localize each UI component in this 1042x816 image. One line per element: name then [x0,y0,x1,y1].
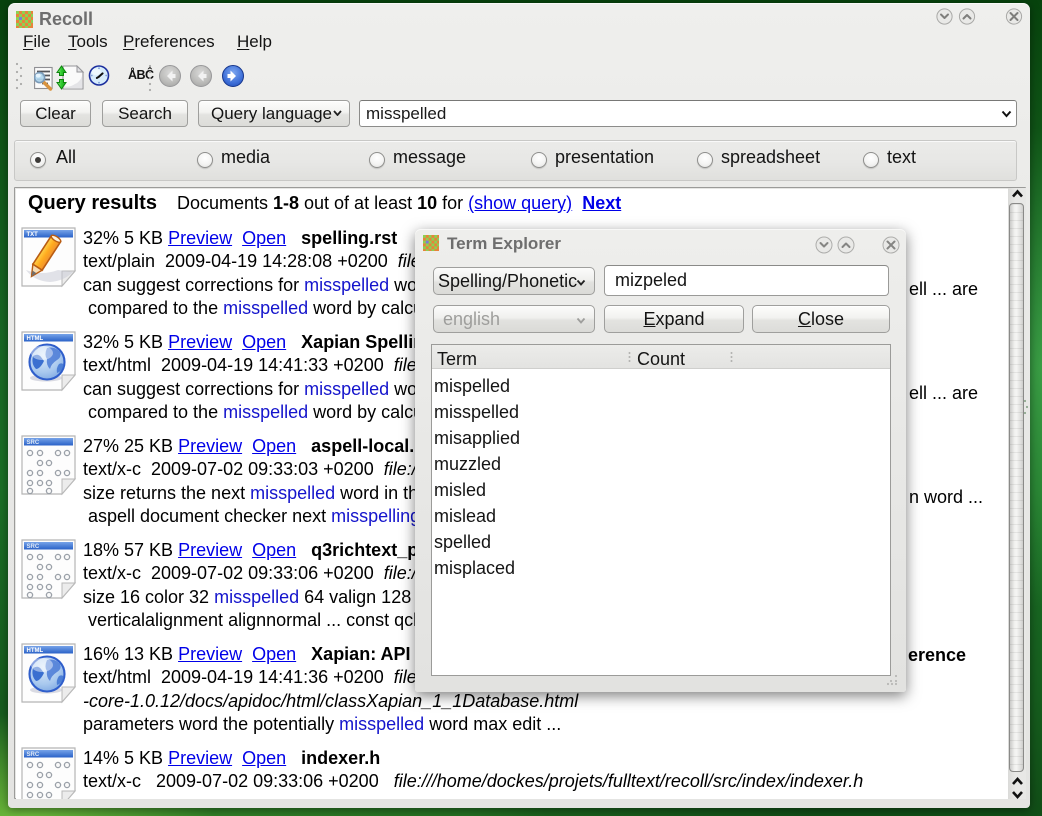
svg-text:HTML: HTML [27,648,44,654]
svg-text:TXT: TXT [27,232,39,238]
svg-text:SRC: SRC [27,544,40,550]
svg-text:SRC: SRC [27,440,40,446]
svg-text:HTML: HTML [27,336,44,342]
svg-text:SRC: SRC [27,752,40,758]
